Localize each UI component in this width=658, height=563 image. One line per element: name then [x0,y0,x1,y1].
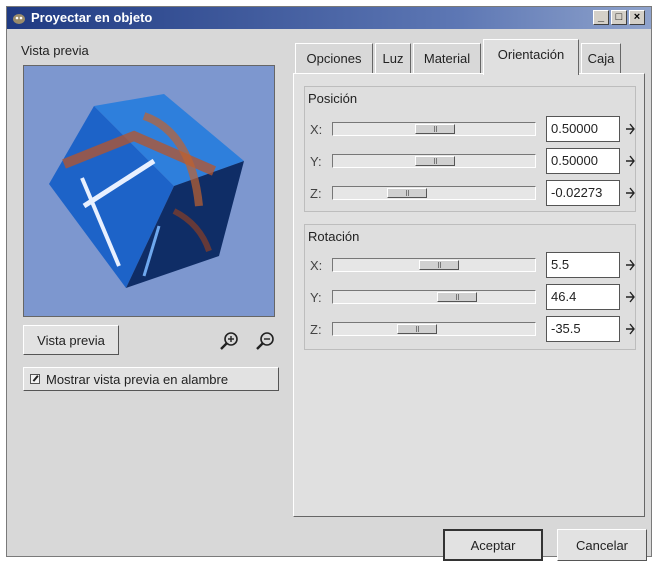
position-x-slider-thumb[interactable] [415,124,455,134]
maximize-button[interactable]: □ [611,10,627,25]
dialog-window: Proyectar en objeto _ □ × Vista previa V… [6,6,652,561]
zoom-in-icon[interactable] [217,329,241,353]
position-y-label: Y: [310,154,322,169]
minimize-button[interactable]: _ [593,10,609,25]
rotation-x-slider[interactable] [332,258,536,272]
close-button[interactable]: × [629,10,645,25]
wireframe-checkbox-box[interactable] [30,374,40,384]
tab-opciones[interactable]: Opciones [295,43,373,73]
tab-luz[interactable]: Luz [375,43,411,73]
cube-preview-image [49,94,244,288]
position-z-arrow-icon[interactable] [624,183,636,203]
position-z-slider-thumb[interactable] [387,188,427,198]
rotation-x-label: X: [310,258,323,273]
position-y-slider-thumb[interactable] [415,156,455,166]
position-z-field[interactable]: -0.02273 [546,180,620,206]
rotation-y-slider[interactable] [332,290,536,304]
rotation-y-slider-thumb[interactable] [437,292,477,302]
position-y-field[interactable]: 0.50000 [546,148,620,174]
position-y-arrow-icon[interactable] [624,151,636,171]
preview-button[interactable]: Vista previa [23,325,119,355]
rotation-z-slider-thumb[interactable] [397,324,437,334]
rotation-x-slider-thumb[interactable] [419,260,459,270]
position-x-slider[interactable] [332,122,536,136]
position-x-field[interactable]: 0.50000 [546,116,620,142]
rotation-z-field[interactable]: -35.5 [546,316,620,342]
rotation-y-field[interactable]: 46.4 [546,284,620,310]
orientation-panel: Posición X: 0.50000 Y: 0.50000 Z: -0.022… [293,73,645,517]
position-x-label: X: [310,122,323,137]
rotation-z-slider[interactable] [332,322,536,336]
tab-material[interactable]: Material [413,43,481,73]
preview-canvas [23,65,275,317]
rotation-title: Rotación [308,229,360,244]
tab-orientacion[interactable]: Orientación [483,39,579,75]
wireframe-preview-checkbox[interactable]: Mostrar vista previa en alambre [23,367,279,391]
wireframe-checkbox-label: Mostrar vista previa en alambre [46,371,229,387]
position-x-arrow-icon[interactable] [624,119,636,139]
zoom-out-icon[interactable] [253,329,277,353]
rotation-x-field[interactable]: 5.5 [546,252,620,278]
preview-label: Vista previa [21,43,89,58]
rotation-z-label: Z: [310,322,322,337]
position-y-slider[interactable] [332,154,536,168]
cancel-button[interactable]: Cancelar [557,529,647,561]
gimp-icon [13,14,25,24]
position-z-label: Z: [310,186,322,201]
rotation-y-arrow-icon[interactable] [624,287,636,307]
rotation-z-arrow-icon[interactable] [624,319,636,339]
rotation-x-arrow-icon[interactable] [624,255,636,275]
rotation-y-label: Y: [310,290,322,305]
accept-button[interactable]: Aceptar [443,529,543,561]
position-title: Posición [308,91,358,106]
window-title: Proyectar en objeto [31,10,153,25]
tab-caja[interactable]: Caja [581,43,621,73]
position-z-slider[interactable] [332,186,536,200]
title-bar[interactable]: Proyectar en objeto _ □ × [7,7,651,29]
